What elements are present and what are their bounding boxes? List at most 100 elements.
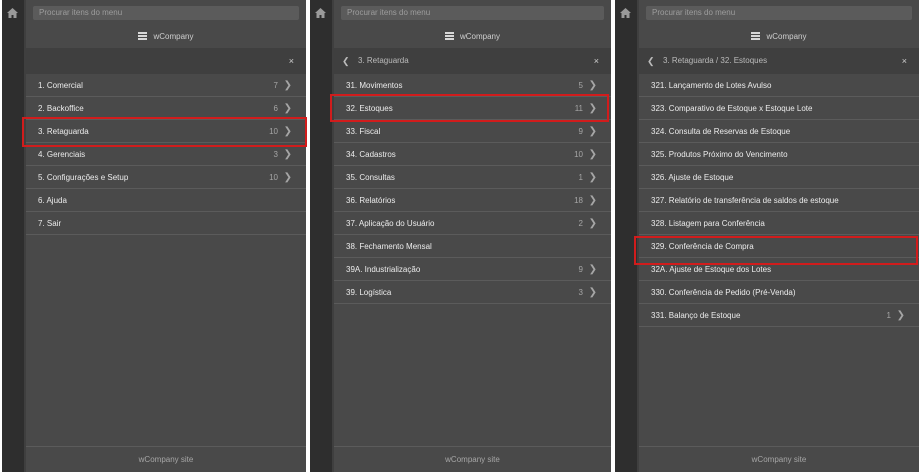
menu-item-label: 326. Ajuste de Estoque bbox=[651, 173, 734, 182]
menu-item-relatorios[interactable]: 36. Relatórios 18 ❯ bbox=[334, 189, 611, 212]
footer-link[interactable]: wCompany site bbox=[639, 446, 919, 472]
chevron-right-icon: ❯ bbox=[283, 172, 292, 183]
submenu-count: 10 bbox=[269, 173, 278, 182]
left-strip bbox=[310, 0, 332, 472]
menu-item-produtos-vencimento[interactable]: 325. Produtos Próximo do Vencimento bbox=[639, 143, 919, 166]
menu-item-label: 33. Fiscal bbox=[346, 127, 381, 136]
search-input[interactable]: Procurar itens do menu bbox=[341, 6, 604, 20]
chevron-right-icon: ❯ bbox=[588, 287, 597, 298]
chevron-right-icon: ❯ bbox=[588, 264, 597, 275]
menu-item-label: 325. Produtos Próximo do Vencimento bbox=[651, 150, 788, 159]
chevron-right-icon: ❯ bbox=[896, 310, 905, 321]
menu-item-label: 1. Comercial bbox=[38, 81, 83, 90]
menu-item-label: 38. Fechamento Mensal bbox=[346, 242, 432, 251]
submenu-count: 7 bbox=[273, 81, 278, 90]
menu-panel-2: Procurar itens do menu wCompany ❮ 3. Ret… bbox=[310, 0, 611, 472]
menu-item-logistica[interactable]: 39. Logística 3 ❯ bbox=[334, 281, 611, 304]
search-input[interactable]: Procurar itens do menu bbox=[33, 6, 299, 20]
hamburger-icon[interactable] bbox=[444, 32, 454, 40]
close-icon[interactable]: × bbox=[902, 48, 907, 74]
menu-item-comparativo-estoque[interactable]: 323. Comparativo de Estoque x Estoque Lo… bbox=[639, 97, 919, 120]
menu-item-label: 35. Consultas bbox=[346, 173, 395, 182]
close-icon[interactable]: × bbox=[594, 48, 599, 74]
menu-item-sair[interactable]: 7. Sair bbox=[26, 212, 306, 235]
menu-item-cadastros[interactable]: 34. Cadastros 10 ❯ bbox=[334, 143, 611, 166]
highlight-box-estoques bbox=[330, 94, 609, 122]
brand-header: wCompany bbox=[26, 28, 306, 46]
brand-header: wCompany bbox=[639, 28, 919, 46]
breadcrumb[interactable]: 3. Retaguarda / 32. Estoques bbox=[663, 48, 767, 74]
menu-item-industrializacao[interactable]: 39A. Industrialização 9 ❯ bbox=[334, 258, 611, 281]
menu-item-fechamento-mensal[interactable]: 38. Fechamento Mensal bbox=[334, 235, 611, 258]
menu-item-ajuste-estoque[interactable]: 326. Ajuste de Estoque bbox=[639, 166, 919, 189]
chevron-right-icon: ❯ bbox=[588, 218, 597, 229]
chevron-left-icon[interactable]: ❮ bbox=[342, 48, 350, 74]
chevron-right-icon: ❯ bbox=[588, 149, 597, 160]
brand-label: wCompany bbox=[766, 32, 807, 41]
chevron-right-icon: ❯ bbox=[283, 80, 292, 91]
hamburger-icon[interactable] bbox=[751, 32, 761, 40]
left-strip bbox=[2, 0, 24, 472]
submenu-count: 10 bbox=[574, 150, 583, 159]
brand-label: wCompany bbox=[459, 32, 500, 41]
menu-item-balanco-estoque[interactable]: 331. Balanço de Estoque 1 ❯ bbox=[639, 304, 919, 327]
submenu-count: 3 bbox=[578, 288, 583, 297]
brand-header: wCompany bbox=[334, 28, 611, 46]
menu-item-conferencia-pedido[interactable]: 330. Conferência de Pedido (Pré-Venda) bbox=[639, 281, 919, 304]
chevron-left-icon[interactable]: ❮ bbox=[647, 48, 655, 74]
footer-link[interactable]: wCompany site bbox=[26, 446, 306, 472]
submenu-count: 2 bbox=[578, 219, 583, 228]
brand-label: wCompany bbox=[153, 32, 194, 41]
hamburger-icon[interactable] bbox=[138, 32, 148, 40]
menu-item-aplicacao-usuario[interactable]: 37. Aplicação do Usuário 2 ❯ bbox=[334, 212, 611, 235]
close-icon[interactable]: × bbox=[289, 48, 294, 74]
menu-item-configuracoes[interactable]: 5. Configurações e Setup 10 ❯ bbox=[26, 166, 306, 189]
menu-item-label: 37. Aplicação do Usuário bbox=[346, 219, 435, 228]
menu-item-label: 323. Comparativo de Estoque x Estoque Lo… bbox=[651, 104, 813, 113]
submenu-count: 18 bbox=[574, 196, 583, 205]
menu-item-relatorio-transferencia[interactable]: 327. Relatório de transferência de saldo… bbox=[639, 189, 919, 212]
home-icon[interactable] bbox=[620, 8, 631, 18]
menu-item-label: 36. Relatórios bbox=[346, 196, 396, 205]
menu-main: Procurar itens do menu wCompany × 1. Com… bbox=[26, 0, 306, 472]
menu-item-label: 331. Balanço de Estoque bbox=[651, 311, 741, 320]
menu-nav-header: ❮ 3. Retaguarda × bbox=[334, 48, 611, 74]
menu-item-consulta-reservas[interactable]: 324. Consulta de Reservas de Estoque bbox=[639, 120, 919, 143]
menu-item-label: 4. Gerenciais bbox=[38, 150, 86, 159]
menu-item-fiscal[interactable]: 33. Fiscal 9 ❯ bbox=[334, 120, 611, 143]
search-input[interactable]: Procurar itens do menu bbox=[646, 6, 912, 20]
breadcrumb[interactable]: 3. Retaguarda bbox=[358, 48, 409, 74]
footer-link[interactable]: wCompany site bbox=[334, 446, 611, 472]
menu-item-label: 328. Listagem para Conferência bbox=[651, 219, 765, 228]
menu-item-label: 39. Logística bbox=[346, 288, 392, 297]
menu-item-label: 324. Consulta de Reservas de Estoque bbox=[651, 127, 791, 136]
submenu-count: 1 bbox=[886, 311, 891, 320]
chevron-right-icon: ❯ bbox=[588, 126, 597, 137]
home-icon[interactable] bbox=[315, 8, 326, 18]
menu-item-label: 2. Backoffice bbox=[38, 104, 84, 113]
menu-item-comercial[interactable]: 1. Comercial 7 ❯ bbox=[26, 74, 306, 97]
chevron-right-icon: ❯ bbox=[588, 172, 597, 183]
menu-item-label: 32A. Ajuste de Estoque dos Lotes bbox=[651, 265, 772, 274]
menu-nav-header: ❮ 3. Retaguarda / 32. Estoques × bbox=[639, 48, 919, 74]
menu-item-listagem-conferencia[interactable]: 328. Listagem para Conferência bbox=[639, 212, 919, 235]
menu-item-label: 31. Movimentos bbox=[346, 81, 403, 90]
highlight-box-retaguarda bbox=[22, 117, 307, 147]
menu-item-label: 321. Lançamento de Lotes Avulso bbox=[651, 81, 772, 90]
submenu-count: 1 bbox=[578, 173, 583, 182]
menu-nav-header: × bbox=[26, 48, 306, 74]
menu-item-label: 330. Conferência de Pedido (Pré-Venda) bbox=[651, 288, 796, 297]
submenu-count: 9 bbox=[578, 127, 583, 136]
menu-item-label: 7. Sair bbox=[38, 219, 62, 228]
highlight-box-conferencia-compra bbox=[634, 236, 918, 265]
menu-item-ajuda[interactable]: 6. Ajuda bbox=[26, 189, 306, 212]
menu-item-label: 5. Configurações e Setup bbox=[38, 173, 129, 182]
menu-item-label: 34. Cadastros bbox=[346, 150, 396, 159]
menu-item-label: 39A. Industrialização bbox=[346, 265, 421, 274]
menu-item-label: 327. Relatório de transferência de saldo… bbox=[651, 196, 839, 205]
home-icon[interactable] bbox=[7, 8, 18, 18]
menu-main: Procurar itens do menu wCompany ❮ 3. Ret… bbox=[334, 0, 611, 472]
menu-item-consultas[interactable]: 35. Consultas 1 ❯ bbox=[334, 166, 611, 189]
menu-item-label: 6. Ajuda bbox=[38, 196, 67, 205]
menu-item-lancamento-lotes[interactable]: 321. Lançamento de Lotes Avulso bbox=[639, 74, 919, 97]
